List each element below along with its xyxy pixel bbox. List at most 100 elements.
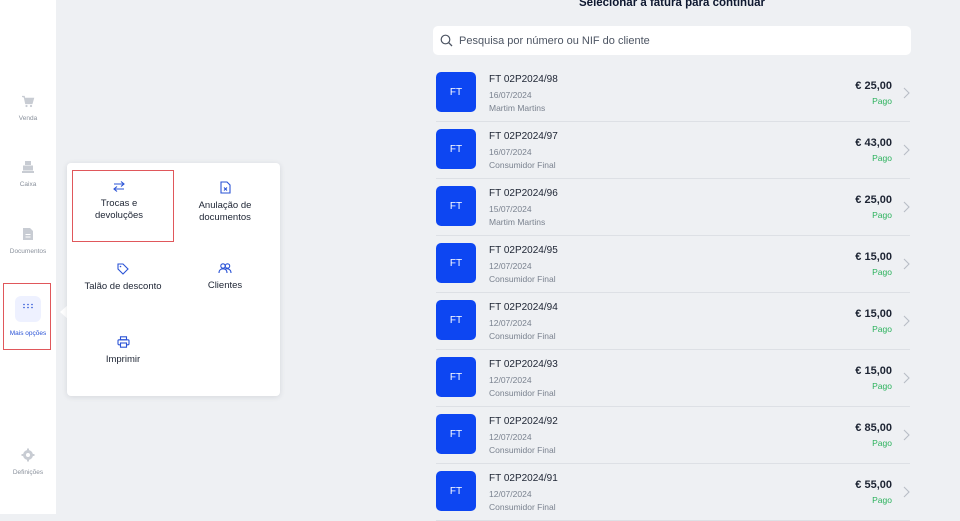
cart-icon <box>22 95 35 108</box>
chevron-right-icon <box>903 87 910 99</box>
invoice-date: 12/07/2024 <box>489 318 532 328</box>
document-icon <box>23 228 33 240</box>
invoice-status: Pago <box>872 96 892 106</box>
invoice-status: Pago <box>872 324 892 334</box>
gear-icon <box>21 448 35 462</box>
chevron-right-icon <box>903 258 910 270</box>
swap-arrows-icon <box>113 181 125 192</box>
menu-option-label: Imprimir <box>105 354 141 365</box>
sidebar-item-label: Documentos <box>9 248 47 255</box>
invoice-amount: € 15,00 <box>855 365 892 377</box>
tag-icon <box>117 263 129 275</box>
invoice-date: 12/07/2024 <box>489 432 532 442</box>
sidebar-item-definicoes[interactable]: Definições <box>0 448 56 476</box>
invoice-status: Pago <box>872 153 892 163</box>
menu-option-anulacao-documentos[interactable]: Anulação de documentos <box>180 181 270 224</box>
invoice-row[interactable]: FT FT 02P2024/95 12/07/2024 Consumidor Fina… <box>436 236 910 293</box>
printer-icon <box>116 336 130 348</box>
invoice-amount: € 15,00 <box>855 251 892 263</box>
sidebar-item-label: Definições <box>12 469 44 476</box>
invoice-date: 12/07/2024 <box>489 489 532 499</box>
sidebar-item-label: Mais opções <box>9 330 47 337</box>
chevron-right-icon <box>903 429 910 441</box>
users-icon <box>218 263 232 274</box>
sidebar-item-documentos[interactable]: Documentos <box>0 227 56 255</box>
invoice-date: 15/07/2024 <box>489 204 532 214</box>
menu-option-label: Trocas e devoluções <box>94 198 144 221</box>
more-options-menu: Trocas e devoluções Anulação de document… <box>67 163 280 396</box>
menu-option-clientes[interactable]: Clientes <box>180 263 270 292</box>
invoice-number: FT 02P2024/91 <box>489 473 558 484</box>
invoice-client: Consumidor Final <box>489 331 556 341</box>
menu-option-label: Clientes <box>207 280 243 291</box>
menu-option-imprimir[interactable]: Imprimir <box>77 336 169 366</box>
invoice-status: Pago <box>872 381 892 391</box>
invoice-number: FT 02P2024/95 <box>489 245 558 256</box>
grid-dots-icon <box>15 296 41 322</box>
invoice-number: FT 02P2024/97 <box>489 131 558 142</box>
invoice-date: 12/07/2024 <box>489 375 532 385</box>
cancel-document-icon <box>219 181 231 194</box>
invoice-amount: € 55,00 <box>855 479 892 491</box>
chevron-right-icon <box>903 372 910 384</box>
invoice-status: Pago <box>872 495 892 505</box>
invoice-amount: € 85,00 <box>855 422 892 434</box>
invoice-number: FT 02P2024/98 <box>489 74 558 85</box>
document-type-badge: FT <box>436 186 476 226</box>
sidebar-item-mais-opcoes[interactable]: Mais opções <box>0 296 56 337</box>
invoice-number: FT 02P2024/93 <box>489 359 558 370</box>
chevron-right-icon <box>903 201 910 213</box>
invoice-row[interactable]: FT FT 02P2024/98 16/07/2024 Martim Martins €… <box>436 65 910 122</box>
menu-option-trocas-devolucoes[interactable]: Trocas e devoluções <box>77 181 161 222</box>
invoice-row[interactable]: FT FT 02P2024/94 12/07/2024 Consumidor Fina… <box>436 293 910 350</box>
page-title: Selecionar a fatura para continuar <box>579 0 765 9</box>
invoice-number: FT 02P2024/92 <box>489 416 558 427</box>
document-type-badge: FT <box>436 471 476 511</box>
invoice-list: FT FT 02P2024/98 16/07/2024 Martim Martins €… <box>436 65 910 521</box>
menu-option-label: Anulação de documentos <box>198 200 252 223</box>
document-type-badge: FT <box>436 357 476 397</box>
invoice-number: FT 02P2024/96 <box>489 188 558 199</box>
sidebar-item-caixa[interactable]: Caixa <box>0 160 56 188</box>
search-bar[interactable] <box>433 26 911 55</box>
invoice-date: 12/07/2024 <box>489 261 532 271</box>
invoice-row[interactable]: FT FT 02P2024/93 12/07/2024 Consumidor Fina… <box>436 350 910 407</box>
invoice-client: Consumidor Final <box>489 160 556 170</box>
document-type-badge: FT <box>436 129 476 169</box>
document-type-badge: FT <box>436 243 476 283</box>
invoice-row[interactable]: FT FT 02P2024/97 16/07/2024 Consumidor Fina… <box>436 122 910 179</box>
invoice-row[interactable]: FT FT 02P2024/92 12/07/2024 Consumidor Fina… <box>436 407 910 464</box>
search-icon <box>440 34 453 47</box>
invoice-status: Pago <box>872 438 892 448</box>
search-input[interactable] <box>457 33 901 48</box>
cash-register-icon <box>22 161 34 173</box>
chevron-right-icon <box>903 315 910 327</box>
invoice-status: Pago <box>872 210 892 220</box>
invoice-date: 16/07/2024 <box>489 90 532 100</box>
chevron-right-icon <box>903 486 910 498</box>
menu-option-talao-desconto[interactable]: Talão de desconto <box>77 263 169 293</box>
menu-option-label: Talão de desconto <box>84 281 162 292</box>
invoice-number: FT 02P2024/94 <box>489 302 558 313</box>
invoice-row[interactable]: FT FT 02P2024/91 12/07/2024 Consumidor Fina… <box>436 464 910 521</box>
invoice-client: Consumidor Final <box>489 274 556 284</box>
document-type-badge: FT <box>436 300 476 340</box>
invoice-amount: € 15,00 <box>855 308 892 320</box>
invoice-client: Consumidor Final <box>489 445 556 455</box>
document-type-badge: FT <box>436 72 476 112</box>
document-type-badge: FT <box>436 414 476 454</box>
chevron-right-icon <box>903 144 910 156</box>
sidebar-item-venda[interactable]: Venda <box>0 95 56 122</box>
invoice-client: Consumidor Final <box>489 388 556 398</box>
sidebar: Venda Caixa Documentos Mais opções Defin… <box>0 0 56 514</box>
sidebar-item-label: Venda <box>18 115 38 122</box>
invoice-client: Martim Martins <box>489 103 546 113</box>
invoice-status: Pago <box>872 267 892 277</box>
invoice-date: 16/07/2024 <box>489 147 532 157</box>
invoice-row[interactable]: FT FT 02P2024/96 15/07/2024 Martim Martins €… <box>436 179 910 236</box>
sidebar-item-label: Caixa <box>19 181 37 188</box>
invoice-amount: € 25,00 <box>855 80 892 92</box>
invoice-amount: € 43,00 <box>855 137 892 149</box>
invoice-client: Martim Martins <box>489 217 546 227</box>
invoice-client: Consumidor Final <box>489 502 556 512</box>
